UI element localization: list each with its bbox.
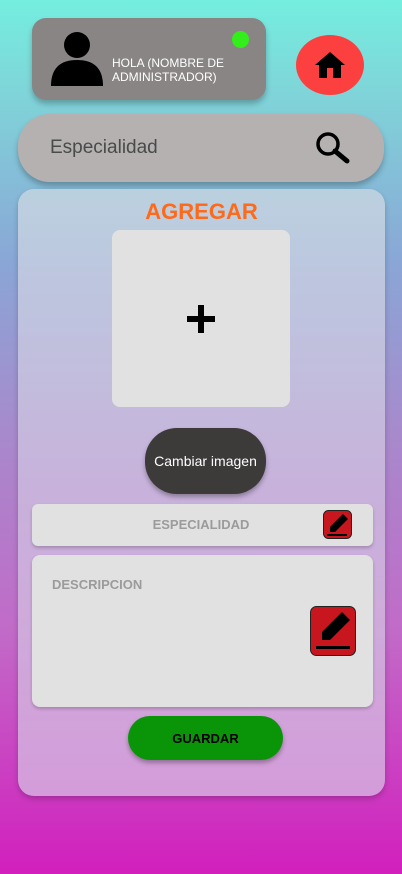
greeting-text: HOLA (NOMBRE DE ADMINISTRADOR) (112, 56, 225, 84)
search-bar (18, 114, 384, 182)
search-input[interactable] (48, 132, 282, 164)
plus-icon (187, 304, 215, 333)
online-status-dot (232, 31, 249, 48)
specialty-label: ESPECIALIDAD (152, 517, 250, 532)
panel-title: AGREGAR (145, 199, 258, 224)
change-image-button[interactable]: Cambiar imagen (145, 428, 266, 494)
save-button[interactable]: GUARDAR (128, 716, 283, 760)
home-button[interactable] (296, 35, 364, 95)
home-icon (315, 52, 345, 78)
description-field[interactable]: DESCRIPCION (32, 555, 373, 707)
add-specialty-panel: AGREGAR Cambiar imagen ESPECIALIDAD DESC… (18, 189, 385, 796)
user-card: HOLA (NOMBRE DE ADMINISTRADOR) (32, 18, 266, 100)
search-icon[interactable] (313, 130, 353, 166)
edit-pencil-icon[interactable] (323, 510, 352, 539)
user-avatar-icon (51, 32, 103, 86)
image-placeholder[interactable] (112, 230, 290, 407)
edit-pencil-icon[interactable] (310, 606, 356, 656)
specialty-field[interactable]: ESPECIALIDAD (32, 504, 373, 546)
description-label: DESCRIPCION (52, 577, 143, 592)
